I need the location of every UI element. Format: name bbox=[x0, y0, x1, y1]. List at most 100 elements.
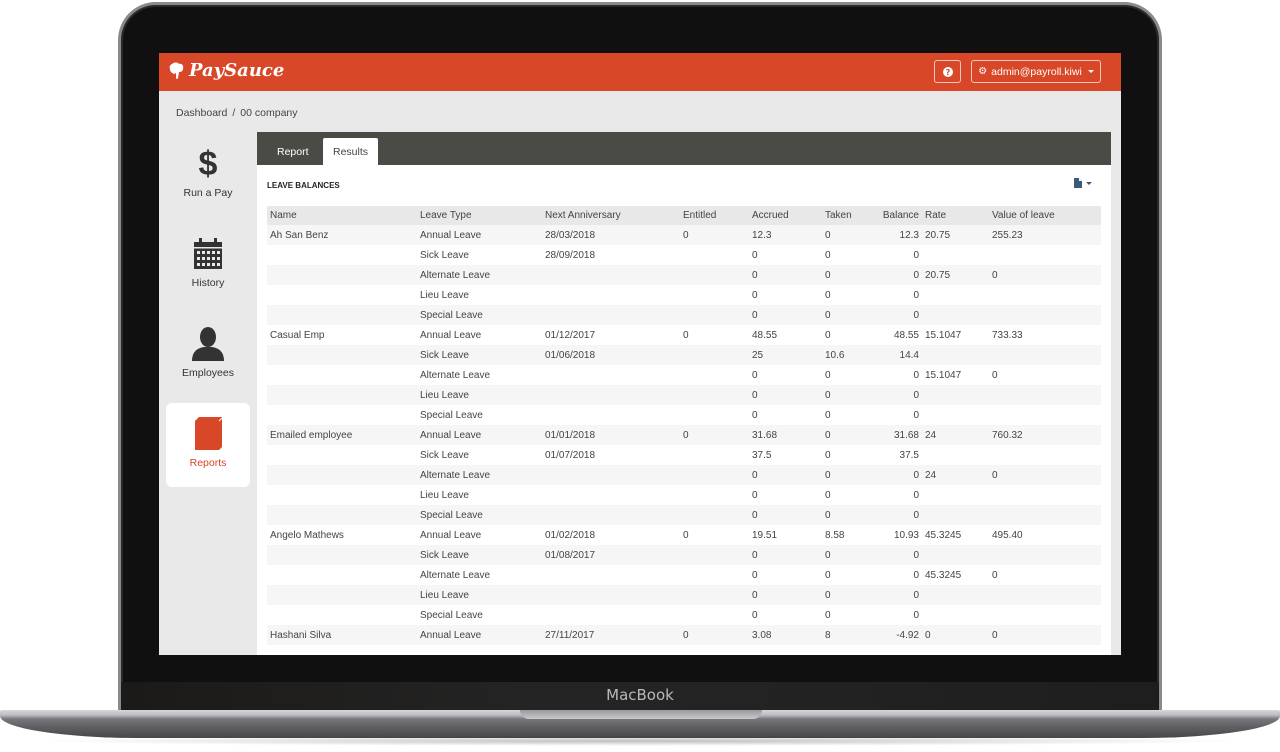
cell-balance: 0 bbox=[913, 489, 919, 501]
app-logo[interactable]: PaySauce bbox=[169, 60, 284, 81]
cell-taken: 0 bbox=[825, 609, 831, 621]
column-header-entitled[interactable]: Entitled bbox=[680, 206, 749, 225]
column-header-value-of-leave[interactable]: Value of leave bbox=[989, 206, 1101, 225]
leave-balances-table-container[interactable]: Name Leave Type Next Anniversary Entitled Ac… bbox=[267, 206, 1101, 655]
cell-balance: 0 bbox=[913, 569, 919, 581]
sidebar-item-employees[interactable]: Employees bbox=[166, 313, 250, 397]
cell-rate: 24 bbox=[922, 425, 989, 445]
cell-rate: 45.3245 bbox=[925, 529, 962, 541]
table-row: Sick Leave 01/08/2017 0 0 0 bbox=[267, 545, 1101, 565]
cell-rate: 45.3245 bbox=[925, 569, 962, 581]
cell-rate bbox=[922, 605, 989, 625]
cell-balance: 0 bbox=[913, 369, 919, 381]
app-screen: PaySauce ? ⚙ admin@payroll.kiwi Dashboar… bbox=[159, 53, 1121, 655]
user-email: admin@payroll.kiwi bbox=[991, 65, 1082, 78]
cell-leave-type: Special Leave bbox=[420, 409, 483, 421]
column-header-name[interactable]: Name bbox=[267, 206, 417, 225]
column-header-accrued[interactable]: Accrued bbox=[749, 206, 822, 225]
cell-leave-type: Annual Leave bbox=[417, 225, 542, 245]
cell-leave-type: Lieu Leave bbox=[417, 385, 542, 405]
cell-balance: 14.4 bbox=[867, 345, 922, 365]
table-row: Lieu Leave 0 0 0 bbox=[267, 285, 1101, 305]
table-row: Sick Leave 01/06/2018 25 10.6 14.4 bbox=[267, 345, 1101, 365]
table-row: Special Leave 0 0 0 bbox=[267, 605, 1101, 625]
table-row: Alternate Leave 0 0 0 20.75 0 bbox=[267, 265, 1101, 285]
breadcrumb-dashboard[interactable]: Dashboard bbox=[176, 107, 227, 119]
cell-rate: 0 bbox=[922, 625, 989, 645]
cell-name bbox=[267, 385, 417, 405]
cell-rate bbox=[922, 585, 989, 605]
cell-taken: 0 bbox=[825, 329, 831, 341]
sidebar-item-run-a-pay[interactable]: $ Run a Pay bbox=[166, 133, 250, 217]
cell-name bbox=[267, 265, 417, 285]
cell-name bbox=[267, 465, 417, 485]
cell-next-anniversary: 27/11/2017 bbox=[542, 625, 680, 645]
column-header-rate[interactable]: Rate bbox=[922, 206, 989, 225]
cell-rate: 20.75 bbox=[922, 265, 989, 285]
cell-value-of-leave: 0 bbox=[989, 625, 1101, 645]
device-label: MacBook bbox=[606, 686, 674, 704]
cell-next-anniversary bbox=[542, 565, 680, 585]
sidebar-item-reports[interactable]: Reports bbox=[166, 403, 250, 487]
cell-leave-type: Annual Leave bbox=[417, 425, 542, 445]
cell-name bbox=[267, 505, 417, 525]
column-header-taken[interactable]: Taken bbox=[822, 206, 867, 225]
cell-entitled bbox=[680, 245, 749, 265]
cell-balance: 12.3 bbox=[867, 225, 922, 245]
cell-rate: 24 bbox=[922, 465, 989, 485]
cell-balance: 0 bbox=[867, 265, 922, 285]
report-panel: Report Results LEAVE BALANCES Name Leave … bbox=[257, 132, 1111, 655]
cell-taken: 0 bbox=[825, 449, 831, 461]
cell-taken: 8 bbox=[822, 625, 867, 645]
cell-value-of-leave bbox=[989, 405, 1101, 425]
cell-leave-type: Annual Leave bbox=[420, 329, 482, 341]
cell-leave-type: Lieu Leave bbox=[420, 289, 469, 301]
cell-entitled bbox=[680, 385, 749, 405]
cell-taken: 0 bbox=[825, 569, 831, 581]
cell-entitled bbox=[680, 465, 749, 485]
cell-entitled bbox=[680, 305, 749, 325]
table-row: Casual Emp Annual Leave 01/12/2017 0 48.55 0 4… bbox=[267, 325, 1101, 345]
cell-next-anniversary bbox=[542, 465, 680, 485]
table-row: Angelo Mathews Annual Leave 01/02/2018 0 19.… bbox=[267, 525, 1101, 545]
cell-next-anniversary: 01/08/2017 bbox=[542, 545, 680, 565]
cell-value-of-leave: 760.32 bbox=[989, 425, 1101, 445]
cell-taken: 10.6 bbox=[822, 345, 867, 365]
cell-taken: 0 bbox=[822, 505, 867, 525]
tab-report[interactable]: Report bbox=[267, 138, 319, 165]
column-header-leave-type[interactable]: Leave Type bbox=[417, 206, 542, 225]
cell-value-of-leave bbox=[989, 605, 1101, 625]
table-row: Lieu Leave 0 0 0 bbox=[267, 585, 1101, 605]
section-title: LEAVE BALANCES bbox=[267, 181, 340, 190]
cell-name bbox=[267, 485, 417, 505]
cell-leave-type: Sick Leave bbox=[420, 249, 469, 261]
tab-bar: Report Results bbox=[257, 132, 1111, 165]
cell-name: Angelo Mathews bbox=[270, 529, 344, 541]
cell-value-of-leave bbox=[989, 245, 1101, 265]
user-menu-button[interactable]: ⚙ admin@payroll.kiwi bbox=[971, 60, 1101, 83]
cell-next-anniversary bbox=[542, 405, 680, 425]
sidebar-item-label: History bbox=[191, 277, 225, 289]
cell-leave-type: Alternate Leave bbox=[420, 369, 491, 381]
cell-entitled bbox=[680, 285, 749, 305]
cell-value-of-leave: 255.23 bbox=[989, 225, 1101, 245]
cell-name bbox=[267, 405, 417, 425]
column-header-balance[interactable]: Balance bbox=[867, 206, 922, 225]
person-icon bbox=[192, 327, 224, 361]
tab-results[interactable]: Results bbox=[323, 138, 379, 165]
cell-taken: 0 bbox=[825, 409, 831, 421]
export-dropdown-button[interactable] bbox=[1074, 178, 1092, 188]
cell-balance: 37.5 bbox=[899, 449, 919, 461]
column-header-next-anniversary[interactable]: Next Anniversary bbox=[542, 206, 680, 225]
cell-taken: 0 bbox=[825, 289, 831, 301]
cell-entitled: 0 bbox=[680, 225, 749, 245]
sidebar-item-history[interactable]: History bbox=[166, 223, 250, 307]
help-button[interactable]: ? bbox=[934, 60, 961, 83]
laptop-shadow bbox=[30, 736, 1250, 746]
cell-accrued: 12.3 bbox=[749, 225, 822, 245]
cell-taken: 0 bbox=[825, 249, 831, 261]
cell-taken: 0 bbox=[822, 265, 867, 285]
cell-balance: 31.68 bbox=[867, 425, 922, 445]
cell-leave-type: Lieu Leave bbox=[417, 585, 542, 605]
cell-accrued: 3.08 bbox=[749, 625, 822, 645]
